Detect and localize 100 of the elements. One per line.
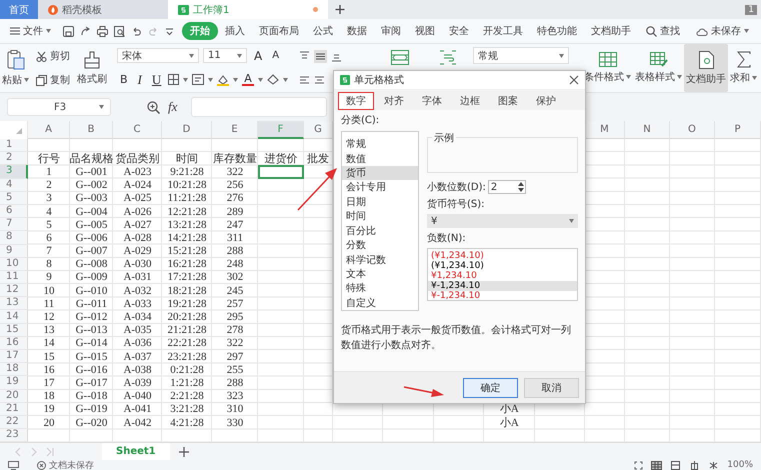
doc-helper-button[interactable]: 文档助手 [684,44,728,92]
category-item[interactable]: 百分比 [342,224,418,238]
negative-format-item[interactable]: (¥1,234.10) [428,261,577,271]
column-header[interactable]: P [714,121,761,139]
row-header[interactable]: 23 [0,429,28,442]
category-item[interactable]: 自定义 [342,296,418,310]
tab[interactable]: 首页 [0,0,38,19]
zoom-level[interactable]: 100% [727,460,753,470]
row-header[interactable]: 20 [0,390,28,403]
row-header[interactable]: 11 [0,270,28,284]
fx-label[interactable]: fx [168,99,178,115]
negative-format-item[interactable]: ¥-1,234.10 [428,291,577,301]
save-icon[interactable] [63,26,74,36]
eraser-icon[interactable] [266,74,279,86]
column-header[interactable]: D [162,121,212,139]
dialog-tab[interactable]: 边框 [452,92,488,110]
undo-icon[interactable] [131,26,142,36]
copy-button[interactable]: 复制 [34,72,72,88]
menu-tab[interactable]: 文档助手 [584,22,638,40]
category-list[interactable]: 常规 数值 货币 会计专用 日期 时间 百分比 分数 科学记数 文本 特殊 自定义 [341,131,419,311]
column-header[interactable]: C [113,121,162,139]
category-item[interactable]: 货币 [342,166,418,180]
row-header[interactable]: 22 [0,416,28,430]
cut-button[interactable]: 剪切 [34,48,72,64]
row-header[interactable]: 17 [0,350,28,364]
column-header[interactable]: O [670,121,715,139]
underline-button[interactable]: U [148,72,164,88]
name-box[interactable]: F3 [7,98,111,116]
page-break-icon[interactable] [689,460,700,470]
category-item[interactable]: 会计专用 [342,180,418,195]
eye-care-icon[interactable] [708,460,720,470]
merge-cells-icon[interactable] [391,50,409,65]
column-header[interactable]: N [624,121,670,139]
currency-symbol-dropdown[interactable]: ¥ [427,214,578,228]
sum-button[interactable]: 求和 [728,44,759,92]
row-header[interactable]: 18 [0,363,28,376]
dialog-tab[interactable]: 数字 [338,92,374,110]
menu-tab[interactable]: 插入 [218,22,252,40]
row-header[interactable]: 14 [0,310,28,324]
italic-button[interactable]: I [134,72,145,88]
page-layout-icon[interactable] [670,460,682,470]
row-header[interactable]: 19 [0,376,28,390]
file-menu[interactable]: 文件 [6,22,55,40]
save-status-button[interactable]: 未保存 [692,22,753,40]
negative-format-item[interactable]: ¥1,234.10 [428,271,577,281]
font-size-dropdown[interactable]: 11 [203,48,247,64]
negative-format-item[interactable]: (¥1,234.10) [428,251,577,261]
dialog-tab[interactable]: 对齐 [376,92,412,110]
wrap-text-icon[interactable] [439,50,457,65]
row-header[interactable]: 12 [0,284,28,298]
ok-button[interactable]: 确定 [463,378,518,398]
category-item[interactable]: 常规 [342,137,418,152]
fullscreen-icon[interactable] [634,460,644,470]
selected-cell[interactable] [258,165,304,179]
row-header[interactable]: 16 [0,336,28,350]
menu-tab[interactable]: 公式 [306,22,340,40]
row-header[interactable]: 8 [0,231,28,244]
paste-button[interactable]: 粘贴 [0,44,31,92]
export-icon[interactable] [80,26,91,36]
column-header[interactable]: G [304,121,333,139]
sheet-tab[interactable]: Sheet1 [102,443,170,460]
decimals-spinner[interactable]: 2 [488,180,526,194]
row-header[interactable]: 1 [0,139,28,152]
row-header[interactable]: 15 [0,324,28,337]
font-color-button[interactable]: A [242,73,254,86]
print-icon[interactable] [97,26,108,36]
menu-tab[interactable]: 数据 [340,22,374,40]
menu-tab[interactable]: 开发工具 [476,22,530,40]
close-icon[interactable] [569,75,579,85]
column-header[interactable]: B [70,121,113,139]
category-item[interactable]: 特殊 [342,281,418,296]
dialog-tab[interactable]: 字体 [414,92,450,110]
menu-tab[interactable]: 页面布局 [252,22,306,40]
category-item[interactable]: 分数 [342,238,418,252]
category-item[interactable]: 数值 [342,151,418,166]
category-item[interactable]: 日期 [342,194,418,210]
fill-pattern-icon[interactable] [192,74,204,86]
dialog-tab[interactable]: 图案 [490,92,526,110]
format-painter-button[interactable]: 格式刷 [75,44,109,92]
formula-input[interactable] [191,97,328,117]
row-header[interactable]: 9 [0,244,28,258]
monitor-icon[interactable] [8,460,19,470]
bold-button[interactable]: B [117,73,131,86]
menu-tab[interactable]: 视图 [408,22,442,40]
category-item[interactable]: 时间 [342,209,418,224]
menu-tab[interactable]: 特色功能 [530,22,584,40]
category-item[interactable]: 科学记数 [342,252,418,267]
negative-format-item[interactable]: ¥-1,234.10 [428,281,577,291]
row-header[interactable]: 5 [0,192,28,205]
grow-font-button[interactable]: A [251,48,266,63]
row-header[interactable]: 13 [0,297,28,310]
row-header[interactable]: 10 [0,258,28,271]
print-preview-icon[interactable] [114,26,125,36]
tab[interactable]: 工作簿1 [168,0,328,19]
font-dropdown[interactable]: 宋体 [117,48,199,64]
row-header[interactable]: 6 [0,204,28,218]
menu-tab[interactable]: 安全 [442,22,476,40]
fill-color-icon[interactable] [217,74,230,86]
column-header[interactable]: E [212,121,258,139]
align-center-icon[interactable] [314,75,325,86]
